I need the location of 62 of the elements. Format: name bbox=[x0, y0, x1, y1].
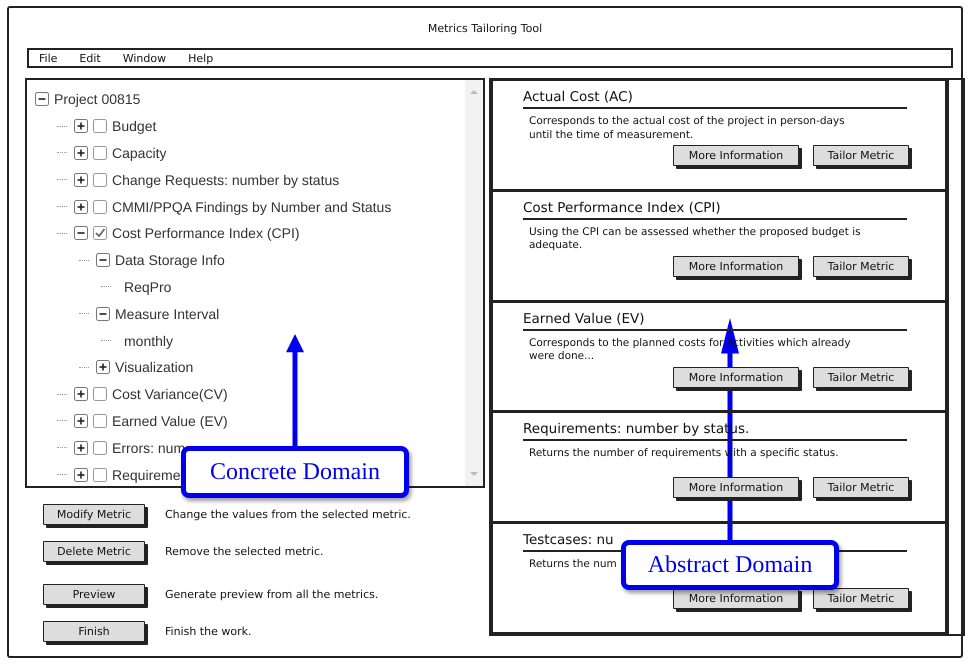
metric-description: Using the CPI can be assessed whether the proposed budget is adequate. bbox=[529, 226, 862, 252]
menu-item[interactable]: File bbox=[39, 52, 58, 64]
tree-item[interactable]: Cost Performance Index (CPI) bbox=[112, 225, 300, 242]
metric-button[interactable]: More Information bbox=[673, 588, 799, 610]
action-description: Remove the selected metric. bbox=[165, 544, 324, 558]
tree-item[interactable]: Budget bbox=[112, 118, 156, 134]
expander-icon[interactable] bbox=[74, 200, 88, 214]
tree-item[interactable]: Project 00815 bbox=[54, 91, 140, 108]
metric-button[interactable]: Tailor Metric bbox=[813, 256, 909, 277]
tree-item[interactable]: Change Requests: number by status bbox=[112, 172, 340, 188]
tree-item[interactable]: CMMI/PPQA Findings by Number and Status bbox=[112, 198, 392, 215]
tree-item[interactable]: monthly bbox=[124, 332, 174, 349]
checkbox[interactable] bbox=[93, 200, 107, 214]
metric-description: Corresponds to the actual cost of the project in person-days until the time of measurement. bbox=[529, 115, 846, 141]
metric-button[interactable]: Tailor Metric bbox=[813, 145, 909, 166]
menu-item[interactable]: Edit bbox=[79, 52, 101, 64]
checkbox[interactable] bbox=[93, 440, 107, 455]
menu-item[interactable]: Help bbox=[188, 52, 214, 64]
expander-icon[interactable] bbox=[74, 468, 88, 482]
checkbox[interactable] bbox=[93, 172, 107, 187]
action-description: Generate preview from all the metrics. bbox=[165, 588, 378, 600]
action-description: Change the values from the selected metric. bbox=[165, 508, 411, 520]
metric-button[interactable]: Tailor Metric bbox=[813, 477, 909, 498]
tree-item[interactable]: Visualization bbox=[115, 359, 194, 376]
expander-icon[interactable] bbox=[96, 306, 110, 321]
tree-item[interactable]: Data Storage Info bbox=[115, 252, 225, 268]
metric-button[interactable]: More Information bbox=[673, 477, 799, 498]
checkbox[interactable] bbox=[93, 414, 107, 428]
metric-title: Cost Performance Index (CPI) bbox=[523, 200, 907, 220]
tree-item[interactable]: Measure Interval bbox=[115, 306, 220, 322]
tree-item[interactable]: Requireme bbox=[112, 466, 180, 483]
expander-icon[interactable] bbox=[96, 253, 110, 268]
expander-icon[interactable] bbox=[96, 360, 110, 374]
action-description: Finish the work. bbox=[165, 624, 252, 638]
metric-button[interactable]: Tailor Metric bbox=[813, 366, 909, 388]
tree-item[interactable]: Earned Value (EV) bbox=[112, 412, 228, 429]
expander-icon[interactable] bbox=[35, 92, 49, 106]
metric-button[interactable]: Tailor Metric bbox=[813, 588, 909, 610]
tree-item[interactable]: Capacity bbox=[112, 144, 166, 161]
checkbox[interactable] bbox=[93, 468, 107, 482]
expander-icon[interactable] bbox=[74, 172, 88, 187]
metric-button[interactable]: More Information bbox=[673, 256, 799, 277]
tree-item[interactable]: ReqPro bbox=[124, 278, 172, 295]
expander-icon[interactable] bbox=[74, 440, 88, 455]
checkbox[interactable] bbox=[93, 119, 107, 134]
metric-button[interactable]: More Information bbox=[673, 145, 799, 166]
window-title: Metrics Tailoring Tool bbox=[426, 21, 544, 34]
checkbox[interactable] bbox=[93, 387, 107, 402]
callout: Abstract Domain bbox=[621, 540, 839, 590]
expander-icon[interactable] bbox=[74, 146, 88, 160]
expander-icon[interactable] bbox=[74, 387, 88, 402]
metric-description: Returns the num bbox=[529, 558, 617, 572]
metric-title: Earned Value (EV) bbox=[523, 310, 907, 331]
checkbox[interactable] bbox=[93, 226, 107, 240]
expander-icon[interactable] bbox=[74, 226, 88, 240]
metric-button[interactable]: More Information bbox=[673, 366, 799, 388]
expander-icon[interactable] bbox=[74, 119, 88, 134]
expander-icon[interactable] bbox=[74, 414, 88, 428]
checkbox[interactable] bbox=[93, 146, 107, 160]
menu-item[interactable]: Window bbox=[122, 52, 166, 64]
metric-title: Actual Cost (AC) bbox=[523, 89, 907, 109]
tree-item[interactable]: Cost Variance(CV) bbox=[112, 386, 228, 402]
